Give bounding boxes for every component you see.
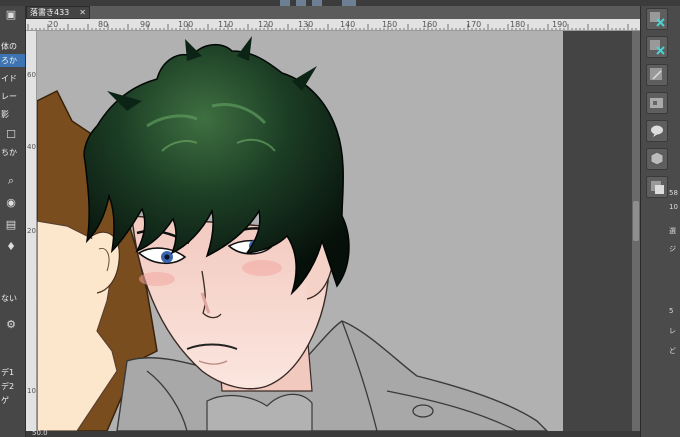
ruler-label: 100 bbox=[178, 20, 194, 29]
ruler-label: 170 bbox=[466, 20, 482, 29]
scrollbar-thumb[interactable] bbox=[633, 201, 639, 241]
ruler-label: 180 bbox=[510, 20, 526, 29]
layer-tool-icon[interactable] bbox=[646, 8, 668, 30]
ruler-ticks bbox=[27, 24, 637, 30]
panel-item[interactable]: ゲ bbox=[0, 394, 25, 407]
panel-item[interactable]: イド bbox=[0, 72, 25, 85]
tool-property-panel: ▣ 体の ろか イド レー 影 ☐ ちか ⌕ ◉ ▤ ♦ ない ⚙ デ1 デ2 … bbox=[0, 6, 26, 437]
layer-tool-icon[interactable] bbox=[646, 36, 668, 58]
panel-item[interactable]: 影 bbox=[0, 108, 25, 121]
document-tab[interactable]: 落書き433 ✕ bbox=[26, 6, 90, 19]
ruler-label: 150 bbox=[382, 20, 398, 29]
vertical-scrollbar[interactable] bbox=[632, 31, 640, 431]
panel-side-label: 5 bbox=[669, 307, 674, 315]
panel-item[interactable]: 体の bbox=[0, 40, 25, 53]
panel-item-selected[interactable]: ろか bbox=[0, 54, 25, 67]
ruler-label: 120 bbox=[258, 20, 274, 29]
ruler-label: 20 bbox=[27, 227, 36, 235]
ruler-label: 90 bbox=[140, 20, 151, 29]
panel-side-label: 選 bbox=[669, 227, 676, 235]
tool-icon[interactable]: ▣ bbox=[4, 8, 18, 22]
zoom-level[interactable]: 50.0 bbox=[32, 429, 48, 437]
panel-item[interactable]: デ2 bbox=[0, 380, 25, 393]
tab-strip bbox=[90, 6, 640, 19]
panel-side-label: 58 bbox=[669, 189, 678, 197]
stack-icon[interactable] bbox=[646, 176, 668, 198]
ruler-label: 20 bbox=[48, 20, 59, 29]
panel-item[interactable]: ちか bbox=[0, 146, 25, 159]
panel-side-label: ど bbox=[669, 347, 676, 355]
panel-side-label: レ bbox=[669, 327, 676, 335]
ruler-label: 140 bbox=[340, 20, 356, 29]
panel-item[interactable]: ない bbox=[0, 292, 25, 305]
panel-side-label: ジ bbox=[669, 245, 676, 253]
layer-icon[interactable]: ▤ bbox=[4, 218, 18, 232]
cube-icon[interactable] bbox=[646, 148, 668, 170]
ruler-label: 10 bbox=[27, 387, 36, 395]
checkbox-icon[interactable]: ☐ bbox=[4, 128, 18, 142]
ruler-label: 60 bbox=[27, 71, 36, 79]
layer-tool-icon[interactable] bbox=[646, 92, 668, 114]
circle-icon[interactable]: ◉ bbox=[4, 196, 18, 210]
status-bar: 50.0 bbox=[26, 429, 640, 437]
gear-icon[interactable]: ⚙ bbox=[4, 318, 18, 332]
ruler-label: 160 bbox=[422, 20, 438, 29]
ruler-label: 130 bbox=[298, 20, 314, 29]
panel-item[interactable]: デ1 bbox=[0, 366, 25, 379]
ruler-label: 40 bbox=[27, 143, 36, 151]
search-icon[interactable]: ⌕ bbox=[4, 174, 18, 188]
panel-side-label: 10 bbox=[669, 203, 678, 211]
speech-bubble-icon[interactable] bbox=[646, 120, 668, 142]
mic-icon[interactable]: ♦ bbox=[4, 240, 18, 254]
layer-tool-icon[interactable] bbox=[646, 64, 668, 86]
document-tab-title: 落書き433 bbox=[30, 8, 70, 17]
layer-panel: 58 10 選 ジ 5 レ ど bbox=[640, 6, 680, 437]
panel-item[interactable]: レー bbox=[0, 90, 25, 103]
artwork bbox=[37, 36, 548, 431]
horizontal-ruler: 20 80 90 100 110 120 130 140 150 160 170… bbox=[26, 19, 640, 31]
vertical-ruler: 60 40 20 10 bbox=[26, 31, 37, 431]
ruler-label: 80 bbox=[98, 20, 109, 29]
canvas-outside-area bbox=[563, 31, 640, 431]
ruler-label: 190 bbox=[552, 20, 568, 29]
close-icon[interactable]: ✕ bbox=[79, 7, 86, 18]
ruler-label: 110 bbox=[218, 20, 234, 29]
drawing-canvas[interactable] bbox=[37, 31, 640, 431]
